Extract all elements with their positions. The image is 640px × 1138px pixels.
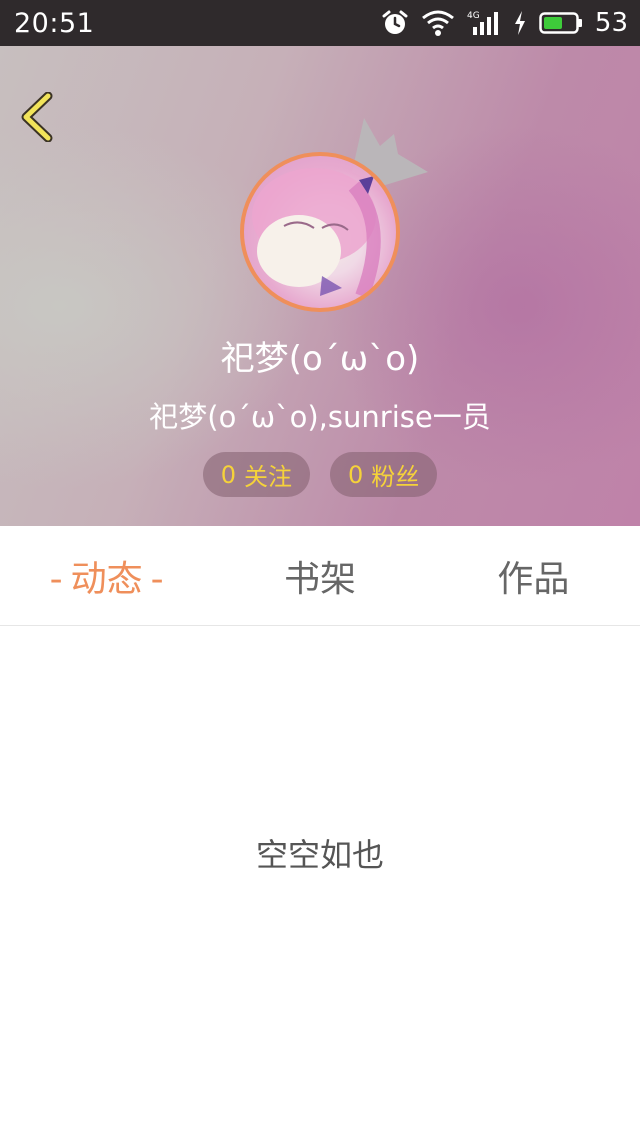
followers-label: 粉丝 (371, 463, 420, 491)
battery-icon (539, 11, 583, 35)
followers-button[interactable]: 0 粉丝 (330, 452, 438, 497)
tab-works[interactable]: 作品 (427, 550, 640, 602)
tab-activity[interactable]: - 动态 - (0, 550, 213, 602)
back-button[interactable] (18, 91, 58, 143)
tab-active-dash-left: - (49, 558, 63, 600)
tab-label: 作品 (497, 558, 570, 600)
followers-count: 0 (348, 460, 364, 489)
following-label: 关注 (244, 463, 292, 491)
status-icons: 4G 53 (381, 8, 628, 38)
avatar-illustration (252, 168, 381, 299)
following-button[interactable]: 0 关注 (202, 452, 310, 497)
empty-state-text: 空空如也 (255, 836, 384, 874)
profile-stats: 0 关注 0 粉丝 (0, 452, 640, 497)
network-type: 4G (467, 11, 480, 21)
profile-header: 祀梦(o´ω`o) 祀梦(o´ω`o),sunrise一员 0 关注 0 粉丝 (0, 46, 640, 526)
wifi-icon (421, 9, 455, 37)
profile-subtitle: 祀梦(o´ω`o),sunrise一员 (149, 400, 491, 434)
tab-label: 动态 (70, 558, 143, 600)
charging-icon (513, 10, 527, 36)
tab-label: 书架 (283, 558, 356, 600)
alarm-icon (381, 9, 409, 37)
profile-username: 祀梦(o´ω`o) (220, 339, 420, 379)
tab-bookshelf[interactable]: 书架 (213, 550, 426, 602)
avatar-button[interactable] (240, 152, 400, 312)
status-time: 20:51 (14, 7, 95, 39)
battery-percent: 53 (594, 8, 628, 38)
following-count: 0 (220, 460, 236, 489)
chevron-left-icon (18, 91, 58, 146)
avatar (240, 152, 400, 312)
status-bar: 20:51 4G 53 (0, 0, 640, 46)
profile-tabs: - 动态 - 书架 作品 (0, 526, 640, 626)
tab-active-dash-right: - (150, 558, 164, 600)
signal-icon: 4G (467, 9, 501, 37)
